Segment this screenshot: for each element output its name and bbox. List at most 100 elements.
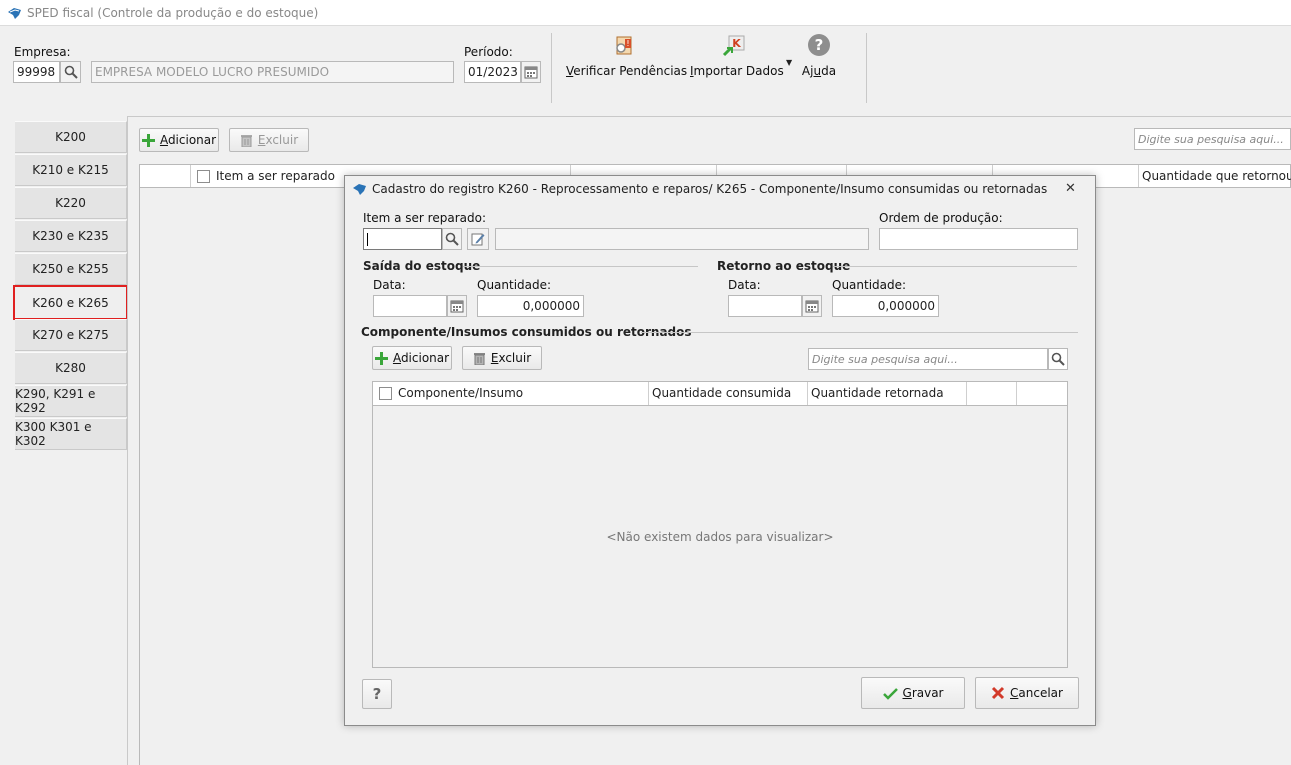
add-mnemonic: A bbox=[159, 133, 168, 147]
componentes-divider bbox=[641, 332, 1078, 333]
comp-select-all-checkbox[interactable] bbox=[379, 387, 392, 400]
ajuda-mnemonic: u bbox=[813, 64, 822, 78]
verificar-label: erificar Pendências bbox=[573, 64, 688, 78]
ordem-input[interactable] bbox=[879, 228, 1078, 250]
retorno-data-input[interactable] bbox=[728, 295, 802, 317]
add-mnemonic: A bbox=[392, 351, 401, 365]
comp-search-input[interactable]: Digite sua pesquisa aqui... bbox=[808, 348, 1048, 370]
comp-col-retornada[interactable]: Quantidade retornada bbox=[808, 382, 967, 405]
main-add-button[interactable]: Adicionar bbox=[139, 128, 219, 152]
saida-data-input[interactable] bbox=[373, 295, 447, 317]
grid-col-quantidade-retornou[interactable]: Quantidade que retornou bbox=[1139, 165, 1291, 187]
tab-k280[interactable]: K280 bbox=[15, 352, 127, 384]
empresa-label: Empresa: bbox=[14, 45, 71, 59]
col-last-label: Quantidade que retornou bbox=[1142, 169, 1291, 183]
tab-label: K210 e K215 bbox=[32, 163, 109, 177]
periodo-input[interactable]: 01/2023 bbox=[464, 61, 521, 83]
saida-divider bbox=[463, 266, 698, 267]
toolbar-separator bbox=[551, 33, 552, 103]
plus-icon bbox=[141, 133, 155, 147]
help-icon: ? bbox=[808, 34, 830, 56]
tab-label: K220 bbox=[55, 196, 86, 210]
edit-icon bbox=[471, 233, 485, 246]
col-componente-label: Componente/Insumo bbox=[398, 386, 524, 400]
import-k-icon: K bbox=[722, 35, 745, 57]
comp-col-extra-1[interactable] bbox=[967, 382, 1017, 405]
toolbar-separator-2 bbox=[866, 33, 867, 103]
saida-quantidade-input[interactable]: 0,000000 bbox=[477, 295, 584, 317]
gravar-mnemonic: G bbox=[902, 686, 912, 700]
empresa-code-input[interactable]: 99998 bbox=[13, 61, 60, 83]
dialog-close-icon[interactable]: ✕ bbox=[1065, 181, 1076, 196]
empresa-name-field: EMPRESA MODELO LUCRO PRESUMIDO bbox=[91, 61, 454, 83]
calendar-icon bbox=[450, 300, 464, 313]
tab-k300-k301-k302[interactable]: K300 K301 e K302 bbox=[15, 418, 127, 450]
tab-label: K250 e K255 bbox=[32, 262, 109, 276]
retorno-quantidade-input[interactable]: 0,000000 bbox=[832, 295, 939, 317]
importar-dados-button[interactable]: K Importar Dados bbox=[690, 32, 784, 92]
tab-k270-k275[interactable]: K270 e K275 bbox=[15, 319, 127, 351]
search-icon bbox=[64, 65, 78, 79]
retorno-section-title: Retorno ao estoque bbox=[717, 259, 851, 273]
help-label: ? bbox=[372, 685, 382, 703]
calendar-icon bbox=[805, 300, 819, 313]
window-titlebar: SPED fiscal (Controle da produção e do e… bbox=[0, 0, 1291, 26]
comp-add-button[interactable]: Adicionar bbox=[372, 346, 452, 370]
empresa-search-button[interactable] bbox=[60, 61, 81, 83]
del-label: xcluir bbox=[265, 133, 299, 147]
tab-k210-k215[interactable]: K210 e K215 bbox=[15, 154, 127, 186]
tab-label: K290, K291 e K292 bbox=[15, 387, 96, 415]
comp-col-consumida[interactable]: Quantidade consumida bbox=[649, 382, 808, 405]
gravar-label: ravar bbox=[911, 686, 944, 700]
importar-label: mportar Dados bbox=[693, 64, 784, 78]
saida-quantidade-label: Quantidade: bbox=[477, 278, 552, 292]
retorno-calendar-button[interactable] bbox=[802, 295, 822, 317]
importar-dropdown-icon[interactable]: ▼ bbox=[786, 58, 792, 67]
tab-k200[interactable]: K200 bbox=[15, 121, 127, 153]
search-icon bbox=[445, 232, 459, 246]
svg-text:K: K bbox=[732, 37, 741, 50]
search-icon bbox=[1051, 352, 1065, 366]
col-consumida-label: Quantidade consumida bbox=[652, 386, 792, 400]
tab-k230-k235[interactable]: K230 e K235 bbox=[15, 220, 127, 252]
tab-label: K260 e K265 bbox=[32, 295, 109, 310]
item-edit-button[interactable] bbox=[467, 228, 489, 250]
cancel-x-icon bbox=[991, 686, 1005, 700]
comp-grid-body: <Não existem dados para visualizar> bbox=[372, 406, 1068, 668]
tab-k250-k255[interactable]: K250 e K255 bbox=[15, 253, 127, 285]
col-retornada-label: Quantidade retornada bbox=[811, 386, 944, 400]
main-delete-button[interactable]: Excluir bbox=[229, 128, 309, 152]
tab-k260-k265[interactable]: K260 e K265 bbox=[13, 285, 128, 320]
item-search-button[interactable] bbox=[442, 228, 462, 250]
grid-col-indicator bbox=[140, 165, 191, 187]
verificar-pendencias-button[interactable]: ! Verificar Pendências bbox=[566, 32, 687, 92]
app-logo-icon bbox=[8, 8, 21, 19]
retorno-quantidade-label: Quantidade: bbox=[832, 278, 907, 292]
tab-k220[interactable]: K220 bbox=[15, 187, 127, 219]
trash-icon bbox=[473, 353, 485, 365]
add-label: dicionar bbox=[167, 133, 217, 147]
ajuda-label-a: Aj bbox=[801, 64, 814, 78]
checkmark-icon bbox=[882, 687, 898, 700]
cancelar-button[interactable]: Cancelar bbox=[975, 677, 1079, 709]
comp-col-extra-2[interactable] bbox=[1017, 382, 1067, 405]
tab-label: K270 e K275 bbox=[32, 328, 109, 342]
dialog-help-button[interactable]: ? bbox=[362, 679, 392, 709]
ajuda-button[interactable]: ? Ajuda bbox=[798, 32, 840, 92]
saida-data-label: Data: bbox=[373, 278, 406, 292]
item-code-input[interactable] bbox=[363, 228, 442, 250]
main-search-input[interactable]: Digite sua pesquisa aqui... bbox=[1134, 128, 1291, 150]
comp-col-componente[interactable]: Componente/Insumo bbox=[373, 382, 649, 405]
tab-k290-k291-k292[interactable]: K290, K291 e K292 bbox=[15, 385, 127, 417]
periodo-calendar-button[interactable] bbox=[521, 61, 541, 83]
retorno-divider bbox=[833, 266, 1077, 267]
plus-icon bbox=[374, 351, 388, 365]
saida-calendar-button[interactable] bbox=[447, 295, 467, 317]
comp-search-button[interactable] bbox=[1048, 348, 1068, 370]
select-all-checkbox[interactable] bbox=[197, 170, 210, 183]
window-title: SPED fiscal (Controle da produção e do e… bbox=[27, 6, 319, 20]
svg-text:?: ? bbox=[815, 36, 824, 54]
comp-delete-button[interactable]: Excluir bbox=[462, 346, 542, 370]
dialog-title: Cadastro do registro K260 - Reprocessame… bbox=[372, 182, 1048, 196]
gravar-button[interactable]: Gravar bbox=[861, 677, 965, 709]
